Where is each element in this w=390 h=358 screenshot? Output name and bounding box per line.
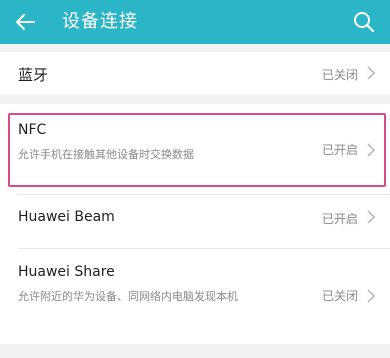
bluetooth-status: 已关闭 <box>321 68 358 82</box>
huawei-beam-title: Huawei Beam <box>18 209 115 225</box>
divider <box>18 248 390 249</box>
nfc-title: NFC <box>18 122 47 138</box>
nfc-subtitle: 允许手机在接触其他设备时交换数据 <box>18 148 194 161</box>
top-app-bar: 设备连接 <box>0 0 390 44</box>
chevron-right-icon <box>367 210 376 224</box>
back-arrow-icon[interactable] <box>14 11 36 33</box>
search-icon[interactable] <box>352 10 376 34</box>
huawei-beam-row[interactable]: Huawei Beam 已开启 <box>0 196 390 238</box>
nfc-status: 已开启 <box>321 143 358 157</box>
nfc-row[interactable]: NFC 允许手机在接触其他设备时交换数据 已开启 <box>0 112 390 188</box>
huawei-share-status: 已关闭 <box>321 289 358 303</box>
bluetooth-row[interactable]: 蓝牙 已关闭 <box>0 52 390 94</box>
chevron-right-icon <box>367 66 376 80</box>
huawei-share-row[interactable]: Huawei Share 允许附近的华为设备、同网络内电脑发现本机 已关闭 <box>0 252 390 332</box>
huawei-beam-status: 已开启 <box>321 212 358 226</box>
chevron-right-icon <box>367 289 376 303</box>
chevron-right-icon <box>367 143 376 157</box>
huawei-share-title: Huawei Share <box>18 264 115 280</box>
divider <box>18 194 390 195</box>
page-title: 设备连接 <box>62 11 138 32</box>
bluetooth-title: 蓝牙 <box>18 66 49 84</box>
huawei-share-subtitle: 允许附近的华为设备、同网络内电脑发现本机 <box>18 290 238 303</box>
